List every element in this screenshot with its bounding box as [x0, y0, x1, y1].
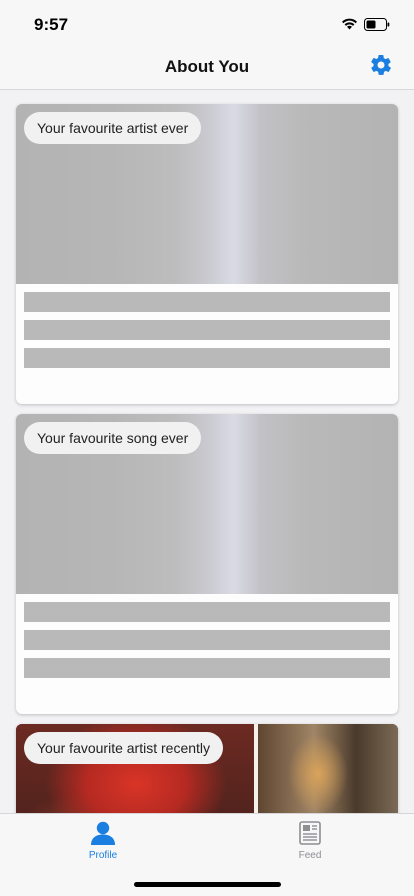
battery-icon [364, 17, 390, 31]
tab-feed-label: Feed [298, 850, 322, 861]
skeleton-line [24, 292, 390, 312]
card-label: Your favourite artist recently [24, 732, 224, 764]
tab-profile[interactable]: Profile [43, 820, 163, 864]
person-icon [91, 821, 115, 845]
card-image-placeholder: Your favourite artist ever [16, 104, 398, 284]
profile-feed-scroll[interactable]: Your favourite artist ever Your favourit… [0, 91, 414, 813]
settings-button[interactable] [368, 52, 394, 78]
card-label: Your favourite artist ever [24, 112, 202, 144]
page-title: About You [164, 57, 250, 76]
navigation-bar: About You [0, 46, 414, 90]
loading-skeleton [16, 594, 398, 714]
card-favourite-artist-ever[interactable]: Your favourite artist ever [16, 104, 398, 404]
skeleton-line [24, 348, 390, 368]
wifi-icon [342, 18, 357, 30]
skeleton-line [24, 602, 390, 622]
skeleton-line [24, 320, 390, 340]
card-favourite-song-ever[interactable]: Your favourite song ever [16, 414, 398, 714]
artist-photo: Your favourite artist recently [16, 724, 398, 813]
tab-feed[interactable]: Feed [250, 820, 370, 864]
artist-photo-right [258, 724, 398, 813]
card-image-placeholder: Your favourite song ever [16, 414, 398, 594]
tab-profile-label: Profile [88, 850, 118, 861]
loading-skeleton [16, 284, 398, 404]
status-time: 9:57 [34, 15, 69, 34]
status-bar: 9:57 [0, 0, 414, 46]
card-favourite-artist-recently[interactable]: Your favourite artist recently [16, 724, 398, 813]
skeleton-line [24, 658, 390, 678]
card-label: Your favourite song ever [24, 422, 202, 454]
newspaper-icon [299, 821, 321, 845]
gear-icon [371, 54, 391, 75]
home-indicator [134, 882, 281, 887]
status-icons [341, 15, 390, 33]
skeleton-line [24, 630, 390, 650]
